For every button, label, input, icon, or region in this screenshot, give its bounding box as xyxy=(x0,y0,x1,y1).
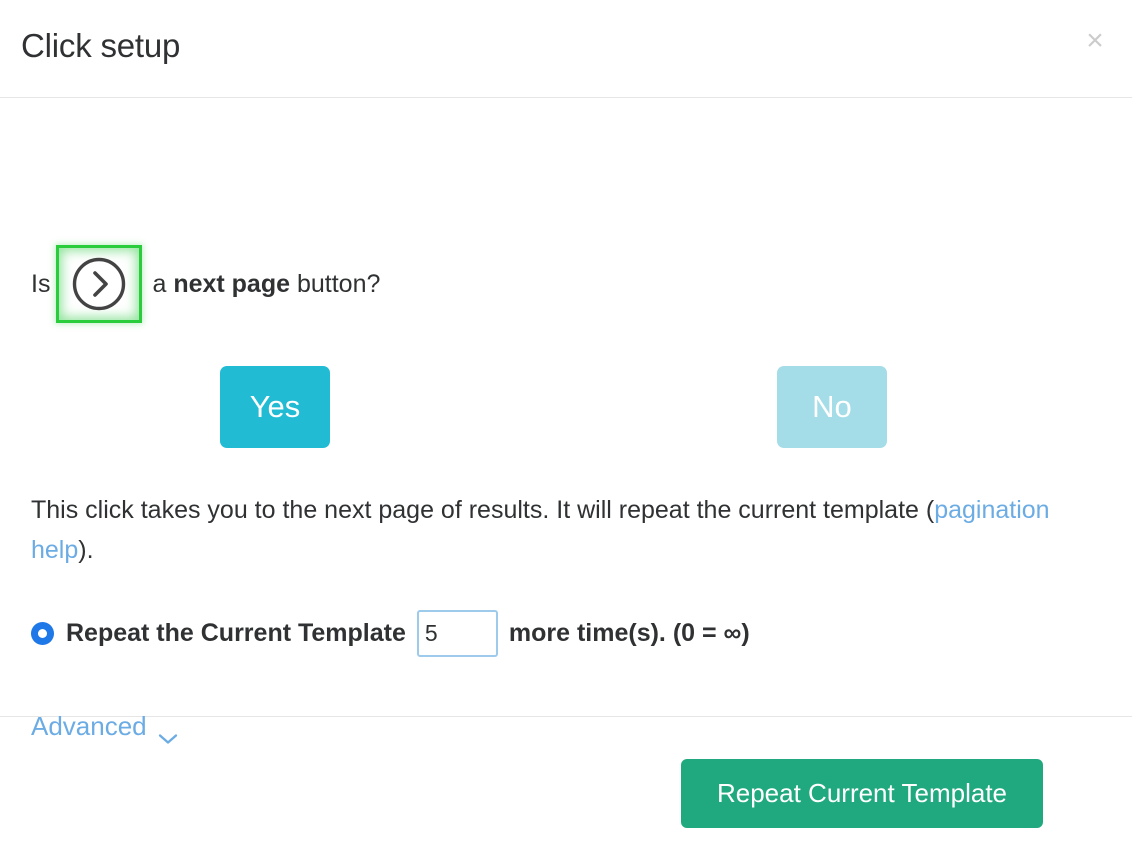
description-after: ). xyxy=(78,536,94,564)
highlighted-target-element[interactable] xyxy=(56,245,143,323)
question-tail-before: a xyxy=(152,270,174,298)
yes-button[interactable]: Yes xyxy=(220,366,330,448)
dialog-header: Click setup × xyxy=(0,0,1132,98)
repeat-template-radio[interactable] xyxy=(31,621,54,645)
question-tail-strong: next page xyxy=(173,270,291,298)
no-button[interactable]: No xyxy=(777,366,887,448)
question-tail-after: button? xyxy=(290,270,381,298)
circle-chevron-right-icon xyxy=(71,256,127,312)
click-setup-dialog: Click setup × Is a next page button? Yes… xyxy=(0,0,1132,850)
close-icon[interactable]: × xyxy=(1073,19,1117,63)
repeat-current-template-button[interactable]: Repeat Current Template xyxy=(681,759,1043,828)
repeat-count-suffix: more time(s). (0 = ∞) xyxy=(508,618,750,647)
description-before: This click takes you to the next page of… xyxy=(31,496,935,524)
page-title: Click setup xyxy=(21,27,181,64)
question-lead-text: Is xyxy=(31,270,51,298)
question-tail-text: a next page button? xyxy=(152,269,380,299)
description-text: This click takes you to the next page of… xyxy=(31,490,1051,570)
repeat-template-label: Repeat the Current Template xyxy=(66,618,406,647)
question-row: Is a next page button? xyxy=(31,244,380,324)
repeat-count-input[interactable] xyxy=(416,609,498,657)
dialog-body: Is a next page button? Yes No This click… xyxy=(0,98,1132,744)
repeat-template-option-row: Repeat the Current Template more time(s)… xyxy=(31,606,750,660)
dialog-footer: Repeat Current Template xyxy=(0,717,1132,850)
